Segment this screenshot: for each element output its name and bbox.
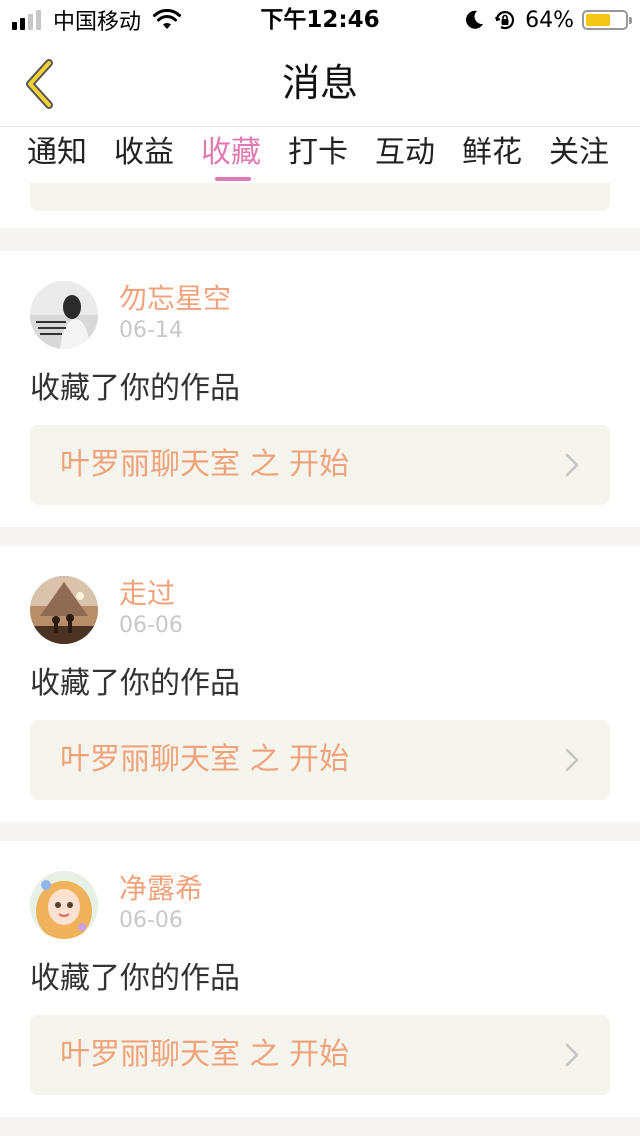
avatar[interactable] [30, 576, 98, 644]
page-title: 消息 [281, 61, 358, 105]
battery-percent: 64% [525, 7, 574, 33]
username[interactable]: 勿忘星空 [119, 281, 231, 317]
tab-checkin[interactable]: 打卡 [288, 133, 348, 173]
status-right: 64% [463, 6, 632, 34]
work-title: 叶罗丽聊天室 之 开始 [60, 742, 350, 777]
nav-bar: 消息 [0, 40, 640, 127]
list-item-partial [0, 183, 640, 228]
battery-icon [582, 10, 632, 30]
tab-favorites[interactable]: 收藏 [201, 133, 261, 173]
rotation-lock-icon [495, 11, 515, 30]
username[interactable]: 净露希 [119, 871, 203, 907]
message-text: 收藏了你的作品 [30, 961, 240, 996]
avatar[interactable] [30, 281, 98, 349]
username[interactable]: 走过 [119, 576, 175, 612]
work-title: 叶罗丽聊天室 之 开始 [60, 447, 350, 482]
work-link[interactable]: 叶罗丽聊天室 之 开始 [30, 425, 610, 505]
work-link[interactable]: 叶罗丽聊天室 之 开始 [30, 720, 610, 800]
tab-interaction[interactable]: 互动 [375, 133, 435, 173]
moon-icon [466, 10, 484, 29]
tab-notifications[interactable]: 通知 [27, 133, 87, 173]
chevron-right-icon [565, 1043, 579, 1067]
work-link[interactable]: 叶罗丽聊天室 之 开始 [30, 1015, 610, 1095]
message-text: 收藏了你的作品 [30, 666, 240, 701]
chevron-right-icon [565, 453, 579, 477]
message-date: 06-06 [119, 908, 183, 933]
list-item: 净露希 06-06 收藏了你的作品 叶罗丽聊天室 之 开始 [0, 841, 640, 1117]
message-text: 收藏了你的作品 [30, 371, 240, 406]
message-date: 06-14 [119, 318, 183, 343]
tab-flowers[interactable]: 鲜花 [462, 133, 522, 173]
list-item: 勿忘星空 06-14 收藏了你的作品 叶罗丽聊天室 之 开始 [0, 251, 640, 527]
tab-follow[interactable]: 关注 [549, 133, 609, 173]
work-link-partial[interactable] [30, 183, 610, 211]
list-item: 走过 06-06 收藏了你的作品 叶罗丽聊天室 之 开始 [0, 546, 640, 822]
active-tab-indicator [215, 177, 251, 181]
tab-bar: 通知 收益 收藏 打卡 互动 鲜花 关注 [0, 127, 640, 183]
chevron-right-icon [565, 748, 579, 772]
avatar[interactable] [30, 871, 98, 939]
status-bar: 中国移动 下午12:46 64% [0, 0, 640, 40]
battery-level-fill [586, 14, 610, 26]
work-title: 叶罗丽聊天室 之 开始 [60, 1037, 350, 1072]
tab-earnings[interactable]: 收益 [114, 133, 174, 173]
message-date: 06-06 [119, 613, 183, 638]
